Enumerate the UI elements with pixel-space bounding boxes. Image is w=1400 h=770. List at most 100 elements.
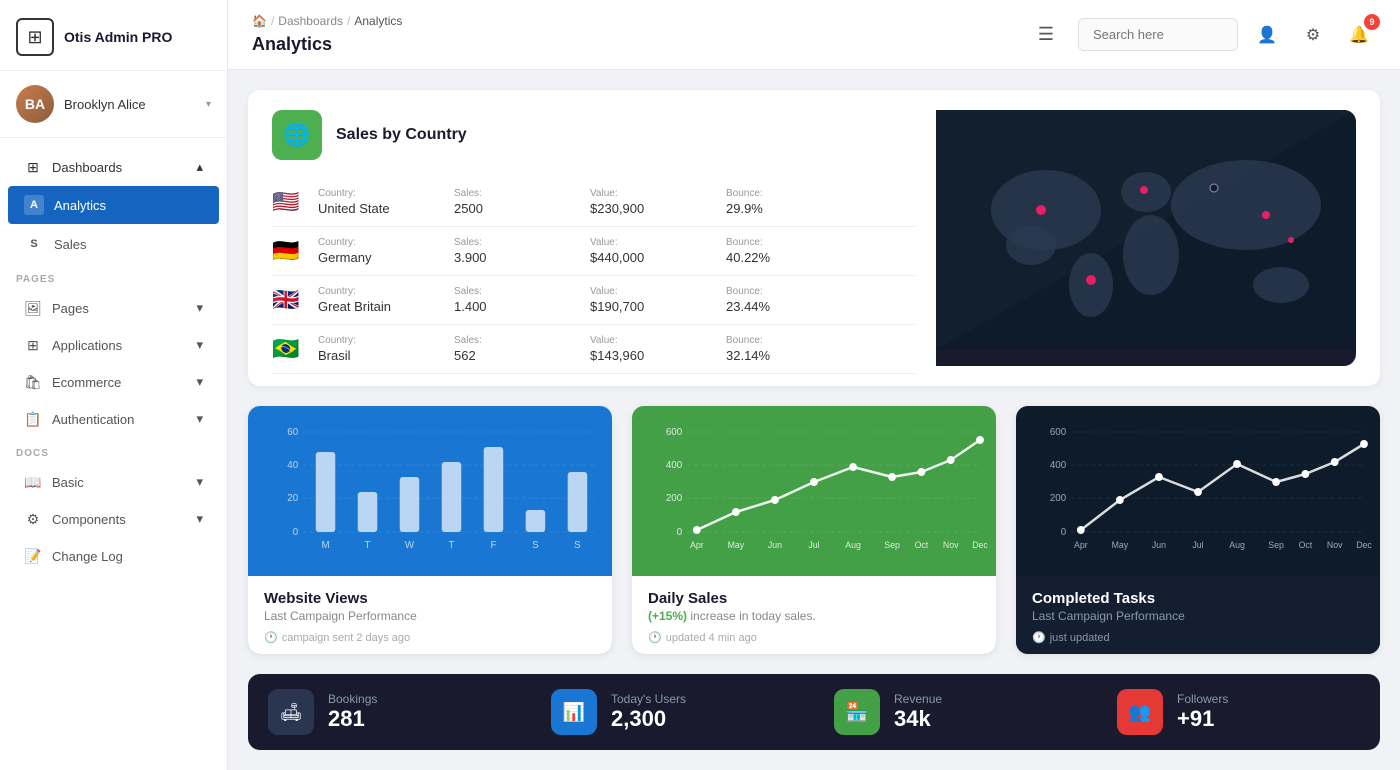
sidebar-item-dashboards[interactable]: ⊞ Dashboards ▴ [8, 149, 219, 185]
hamburger-button[interactable]: ☰ [1030, 20, 1062, 49]
sales-label: Sales: [454, 188, 574, 199]
basic-icon: 📖 [24, 473, 42, 491]
country-value: Germany [318, 250, 438, 265]
stat-label: Today's Users [611, 692, 686, 706]
sidebar-nav: ⊞ Dashboards ▴ A Analytics S Sales PAGES… [0, 138, 227, 770]
svg-text:Dec: Dec [972, 540, 988, 550]
svg-text:S: S [574, 540, 581, 551]
svg-text:Jul: Jul [808, 540, 819, 550]
bounce-label: Bounce: [726, 237, 846, 248]
sidebar-item-pages[interactable]: 🖼 Pages ▾ [8, 290, 219, 326]
sidebar-item-components[interactable]: ⚙ Components ▾ [8, 501, 219, 537]
breadcrumb: 🏠 / Dashboards / Analytics Analytics [252, 14, 1014, 55]
svg-text:Oct: Oct [915, 540, 929, 550]
pages-section-label: PAGES [0, 264, 227, 289]
sales-label: Sales: [454, 286, 574, 297]
website-views-card: 60 40 20 0 M T [248, 406, 612, 654]
sidebar-item-basic[interactable]: 📖 Basic ▾ [8, 464, 219, 500]
sidebar-item-ecommerce[interactable]: 🛍 Ecommerce ▾ [8, 364, 219, 400]
daily-sales-chart-info: Daily Sales (+15%) increase in today sal… [632, 576, 996, 654]
topbar-right: 👤 ⚙ 🔔 9 [1078, 18, 1376, 52]
sidebar-logo: ⊞ Otis Admin PRO [0, 0, 227, 71]
value-col: Value: $190,700 [590, 286, 710, 314]
breadcrumb-current: Analytics [354, 14, 402, 28]
ecommerce-icon: 🛍 [24, 373, 42, 391]
svg-text:Oct: Oct [1299, 540, 1313, 550]
notification-badge[interactable]: 🔔 9 [1342, 18, 1376, 52]
bottom-stats: 🛋 Bookings 281 📊 Today's Users 2,300 🏪 R… [248, 674, 1380, 750]
sidebar-auth-label: Authentication [52, 412, 186, 427]
svg-text:T: T [448, 540, 454, 551]
svg-text:400: 400 [1050, 460, 1067, 471]
avatar: BA [16, 85, 54, 123]
search-input[interactable] [1078, 18, 1238, 51]
chevron-down-icon: ▾ [196, 411, 203, 427]
stat-item: 🏪 Revenue 34k [814, 674, 1097, 750]
stat-value: 2,300 [611, 706, 686, 732]
svg-text:0: 0 [1061, 527, 1067, 538]
svg-text:May: May [728, 540, 745, 550]
country-row: 🇩🇪 Country: Germany Sales: 3.900 Value: … [272, 227, 916, 276]
sidebar-item-changelog[interactable]: 📝 Change Log [8, 538, 219, 574]
bounce-label: Bounce: [726, 286, 846, 297]
clock-icon: 🕐 [1032, 631, 1046, 644]
sidebar-item-authentication[interactable]: 📋 Authentication ▾ [8, 401, 219, 437]
country-name-col: Country: Great Britain [318, 286, 438, 314]
completed-tasks-chart-area: 600 400 200 0 [1016, 406, 1380, 576]
bounce-value: 32.14% [726, 348, 846, 363]
country-value: United State [318, 201, 438, 216]
user-profile-button[interactable]: 👤 [1250, 18, 1284, 52]
country-label: Country: [318, 188, 438, 199]
stat-value: 34k [894, 706, 942, 732]
sales-letter: S [24, 234, 44, 254]
svg-text:W: W [405, 540, 415, 551]
sales-value: 1.400 [454, 299, 574, 314]
stat-info: Followers +91 [1177, 692, 1228, 732]
svg-text:400: 400 [666, 460, 683, 471]
svg-text:Apr: Apr [690, 540, 704, 550]
stat-item: 🛋 Bookings 281 [248, 674, 531, 750]
completed-tasks-time: 🕐 just updated [1032, 631, 1364, 644]
svg-text:T: T [365, 540, 371, 551]
settings-button[interactable]: ⚙ [1296, 18, 1330, 52]
svg-text:200: 200 [666, 493, 683, 504]
daily-sales-chart-area: 600 400 200 0 [632, 406, 996, 576]
sidebar-pages-label: Pages [52, 301, 186, 316]
sidebar-ecommerce-label: Ecommerce [52, 375, 186, 390]
topbar: 🏠 / Dashboards / Analytics Analytics ☰ 👤… [228, 0, 1400, 70]
stat-value: 281 [328, 706, 377, 732]
completed-tasks-title: Completed Tasks [1032, 590, 1364, 607]
value-amount: $190,700 [590, 299, 710, 314]
website-chart-time: 🕐 campaign sent 2 days ago [264, 631, 596, 644]
chevron-up-icon: ▴ [196, 159, 203, 175]
country-flag: 🇺🇸 [272, 189, 302, 215]
country-table: 🇺🇸 Country: United State Sales: 2500 Val… [272, 178, 916, 374]
svg-text:20: 20 [287, 493, 298, 504]
country-label: Country: [318, 237, 438, 248]
logo-icon: ⊞ [16, 18, 54, 56]
stat-item: 📊 Today's Users 2,300 [531, 674, 814, 750]
breadcrumb-dashboards[interactable]: Dashboards [278, 14, 343, 28]
country-flag: 🇧🇷 [272, 336, 302, 362]
value-col: Value: $143,960 [590, 335, 710, 363]
sidebar-components-label: Components [52, 512, 186, 527]
applications-icon: ⊞ [24, 336, 42, 354]
sidebar-item-applications[interactable]: ⊞ Applications ▾ [8, 327, 219, 363]
bounce-value: 23.44% [726, 299, 846, 314]
sidebar-item-sales[interactable]: S Sales [8, 225, 219, 263]
bounce-col: Bounce: 32.14% [726, 335, 846, 363]
sidebar-analytics-label: Analytics [54, 198, 203, 213]
svg-text:600: 600 [666, 427, 683, 438]
sidebar-user[interactable]: BA Brooklyn Alice ▾ [0, 71, 227, 138]
svg-text:Jun: Jun [1152, 540, 1166, 550]
sidebar-item-analytics[interactable]: A Analytics [8, 186, 219, 224]
svg-text:May: May [1112, 540, 1129, 550]
sales-label: Sales: [454, 237, 574, 248]
country-name-col: Country: Brasil [318, 335, 438, 363]
page-title: Analytics [252, 34, 332, 55]
docs-section-label: DOCS [0, 438, 227, 463]
website-chart-title: Website Views [264, 590, 596, 607]
bounce-value: 40.22% [726, 250, 846, 265]
clock-icon: 🕐 [648, 631, 662, 644]
notification-count: 9 [1364, 14, 1380, 30]
